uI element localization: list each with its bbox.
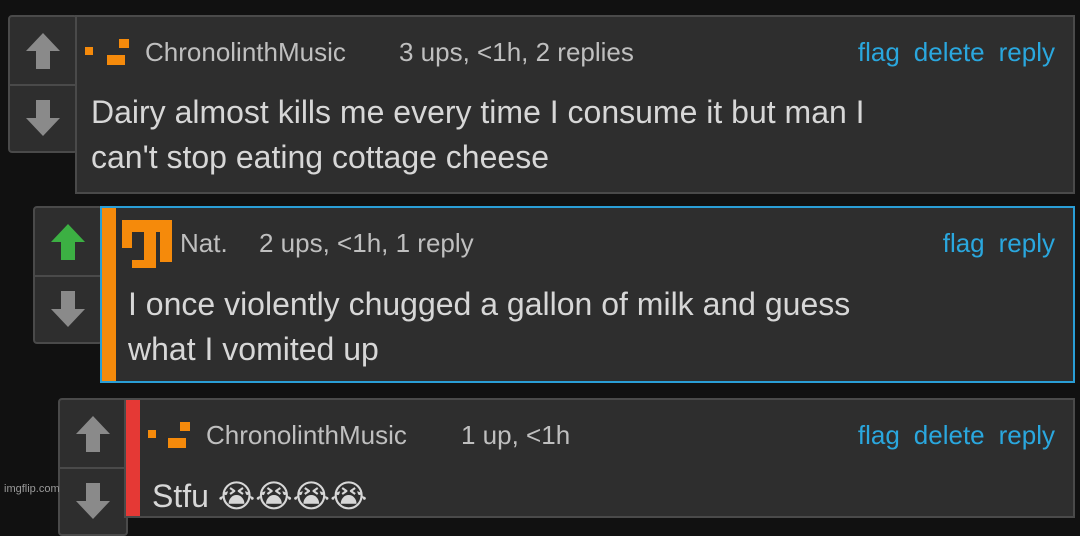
comment-text-line: Dairy almost kills me every time I consu… (91, 94, 865, 130)
comment-text-line: I once violently chugged a gallon of mil… (128, 286, 851, 322)
comment-actions: flag reply (943, 228, 1055, 259)
arrow-up-icon (26, 32, 60, 69)
comment-username[interactable]: Nat. (180, 228, 228, 259)
comment-text-line: what I vomited up (128, 331, 379, 367)
user-avatar-icon (85, 39, 129, 65)
vote-box-comment-1 (8, 15, 78, 153)
arrow-down-icon (26, 99, 60, 136)
delete-link[interactable]: delete (914, 420, 985, 451)
user-avatar-icon (122, 220, 172, 268)
reply-link[interactable]: reply (999, 37, 1055, 68)
vote-box-comment-3 (58, 398, 128, 536)
upvote-button[interactable] (60, 400, 126, 469)
watermark: imgflip.com (4, 483, 60, 495)
reply-link[interactable]: reply (999, 420, 1055, 451)
downvote-button[interactable] (10, 84, 76, 151)
comment-meta: 2 ups, <1h, 1 reply (259, 228, 474, 258)
comment-header: ChronolinthMusic 3 ups, <1h, 2 replies f… (77, 17, 1073, 67)
downvote-button[interactable] (35, 275, 101, 342)
vote-box-comment-2 (33, 206, 103, 344)
comment-body: Stfu 😭😭😭😭 (152, 474, 367, 519)
comment-text-line: Stfu 😭😭😭😭 (152, 478, 368, 514)
comment-actions: flag delete reply (858, 420, 1055, 451)
arrow-up-icon (51, 223, 85, 260)
comment-text-line: can't stop eating cottage cheese (91, 139, 549, 175)
comment-username[interactable]: ChronolinthMusic (206, 420, 407, 451)
comment-card-2: Nat. 2 ups, <1h, 1 reply flag reply I on… (100, 206, 1075, 383)
downvote-button[interactable] (60, 467, 126, 534)
comment-header: ChronolinthMusic 1 up, <1h flag delete r… (126, 400, 1073, 450)
comment-header: Nat. 2 ups, <1h, 1 reply flag reply (102, 208, 1073, 268)
arrow-down-icon (51, 290, 85, 327)
comment-body: I once violently chugged a gallon of mil… (128, 282, 850, 372)
upvote-button[interactable] (35, 208, 101, 277)
comment-username[interactable]: ChronolinthMusic (145, 37, 346, 68)
user-avatar-icon (148, 422, 190, 448)
arrow-down-icon (76, 482, 110, 519)
flag-link[interactable]: flag (858, 420, 900, 451)
comment-body: Dairy almost kills me every time I consu… (91, 90, 865, 180)
comment-meta: 3 ups, <1h, 2 replies (399, 37, 634, 67)
comment-card-3: ChronolinthMusic 1 up, <1h flag delete r… (124, 398, 1075, 518)
comment-meta: 1 up, <1h (461, 420, 571, 450)
comment-actions: flag delete reply (858, 37, 1055, 68)
delete-link[interactable]: delete (914, 37, 985, 68)
flag-link[interactable]: flag (858, 37, 900, 68)
comment-card-1: ChronolinthMusic 3 ups, <1h, 2 replies f… (75, 15, 1075, 194)
reply-link[interactable]: reply (999, 228, 1055, 259)
upvote-button[interactable] (10, 17, 76, 86)
flag-link[interactable]: flag (943, 228, 985, 259)
arrow-up-icon (76, 415, 110, 452)
